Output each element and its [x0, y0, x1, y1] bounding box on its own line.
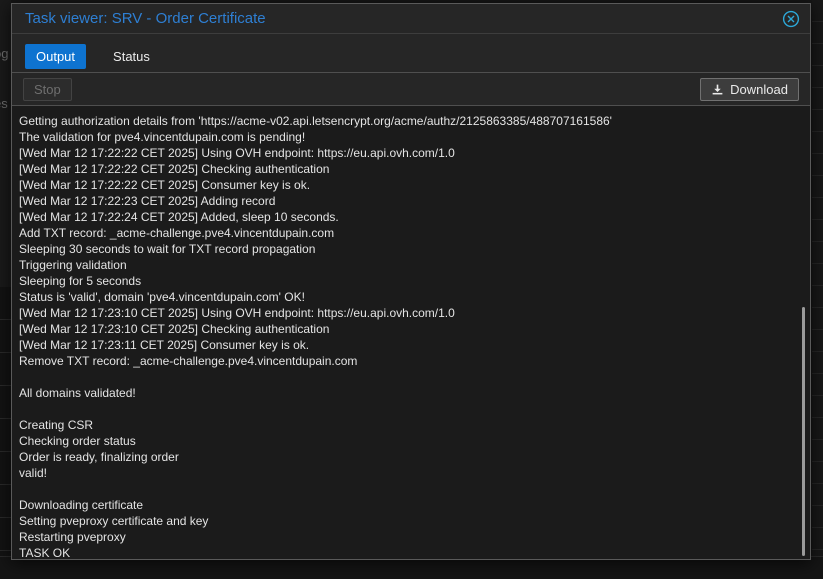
close-icon[interactable]	[782, 10, 800, 28]
background-text-fragment: es	[0, 96, 8, 111]
vertical-scrollbar-thumb[interactable]	[802, 307, 805, 556]
log-line: The validation for pve4.vincentdupain.co…	[19, 129, 800, 145]
background-right-strip	[812, 0, 823, 579]
log-line	[19, 369, 800, 385]
task-log-output[interactable]: Getting authorization details from 'http…	[12, 106, 810, 559]
log-line: Creating CSR	[19, 417, 800, 433]
background-grid-rows	[0, 287, 11, 579]
log-line: Order is ready, finalizing order	[19, 449, 800, 465]
download-button[interactable]: Download	[700, 78, 799, 101]
log-line: [Wed Mar 12 17:22:22 CET 2025] Consumer …	[19, 177, 800, 193]
log-line: [Wed Mar 12 17:22:22 CET 2025] Checking …	[19, 161, 800, 177]
log-line	[19, 401, 800, 417]
log-line: [Wed Mar 12 17:23:10 CET 2025] Using OVH…	[19, 305, 800, 321]
log-line: Status is 'valid', domain 'pve4.vincentd…	[19, 289, 800, 305]
log-line	[19, 481, 800, 497]
log-line: [Wed Mar 12 17:22:22 CET 2025] Using OVH…	[19, 145, 800, 161]
log-line: Sleeping for 5 seconds	[19, 273, 800, 289]
background-text-fragment: og	[0, 46, 8, 61]
dialog-titlebar[interactable]: Task viewer: SRV - Order Certificate	[12, 4, 810, 34]
log-line: [Wed Mar 12 17:23:11 CET 2025] Consumer …	[19, 337, 800, 353]
stop-button-label: Stop	[34, 82, 61, 97]
tab-status[interactable]: Status	[102, 44, 161, 69]
log-line: [Wed Mar 12 17:23:10 CET 2025] Checking …	[19, 321, 800, 337]
log-line: Sleeping 30 seconds to wait for TXT reco…	[19, 241, 800, 257]
log-line: Triggering validation	[19, 257, 800, 273]
log-line: Add TXT record: _acme-challenge.pve4.vin…	[19, 225, 800, 241]
tab-output[interactable]: Output	[25, 44, 86, 69]
dialog-title: Task viewer: SRV - Order Certificate	[25, 10, 266, 27]
log-line: All domains validated!	[19, 385, 800, 401]
log-line: Setting pveproxy certificate and key	[19, 513, 800, 529]
background-left-strip: og es	[0, 0, 11, 579]
log-line: TASK OK	[19, 545, 800, 559]
log-line: [Wed Mar 12 17:22:24 CET 2025] Added, sl…	[19, 209, 800, 225]
log-line: Downloading certificate	[19, 497, 800, 513]
task-viewer-dialog: Task viewer: SRV - Order Certificate Out…	[11, 3, 811, 560]
log-line: Restarting pveproxy	[19, 529, 800, 545]
download-icon	[711, 83, 724, 96]
log-line: Getting authorization details from 'http…	[19, 113, 800, 129]
download-button-label: Download	[730, 82, 788, 97]
log-line: Checking order status	[19, 433, 800, 449]
log-line: [Wed Mar 12 17:22:23 CET 2025] Adding re…	[19, 193, 800, 209]
tab-bar: Output Status	[12, 34, 810, 73]
log-line: valid!	[19, 465, 800, 481]
stop-button[interactable]: Stop	[23, 78, 72, 101]
toolbar: Stop Download	[12, 73, 810, 106]
log-line: Remove TXT record: _acme-challenge.pve4.…	[19, 353, 800, 369]
